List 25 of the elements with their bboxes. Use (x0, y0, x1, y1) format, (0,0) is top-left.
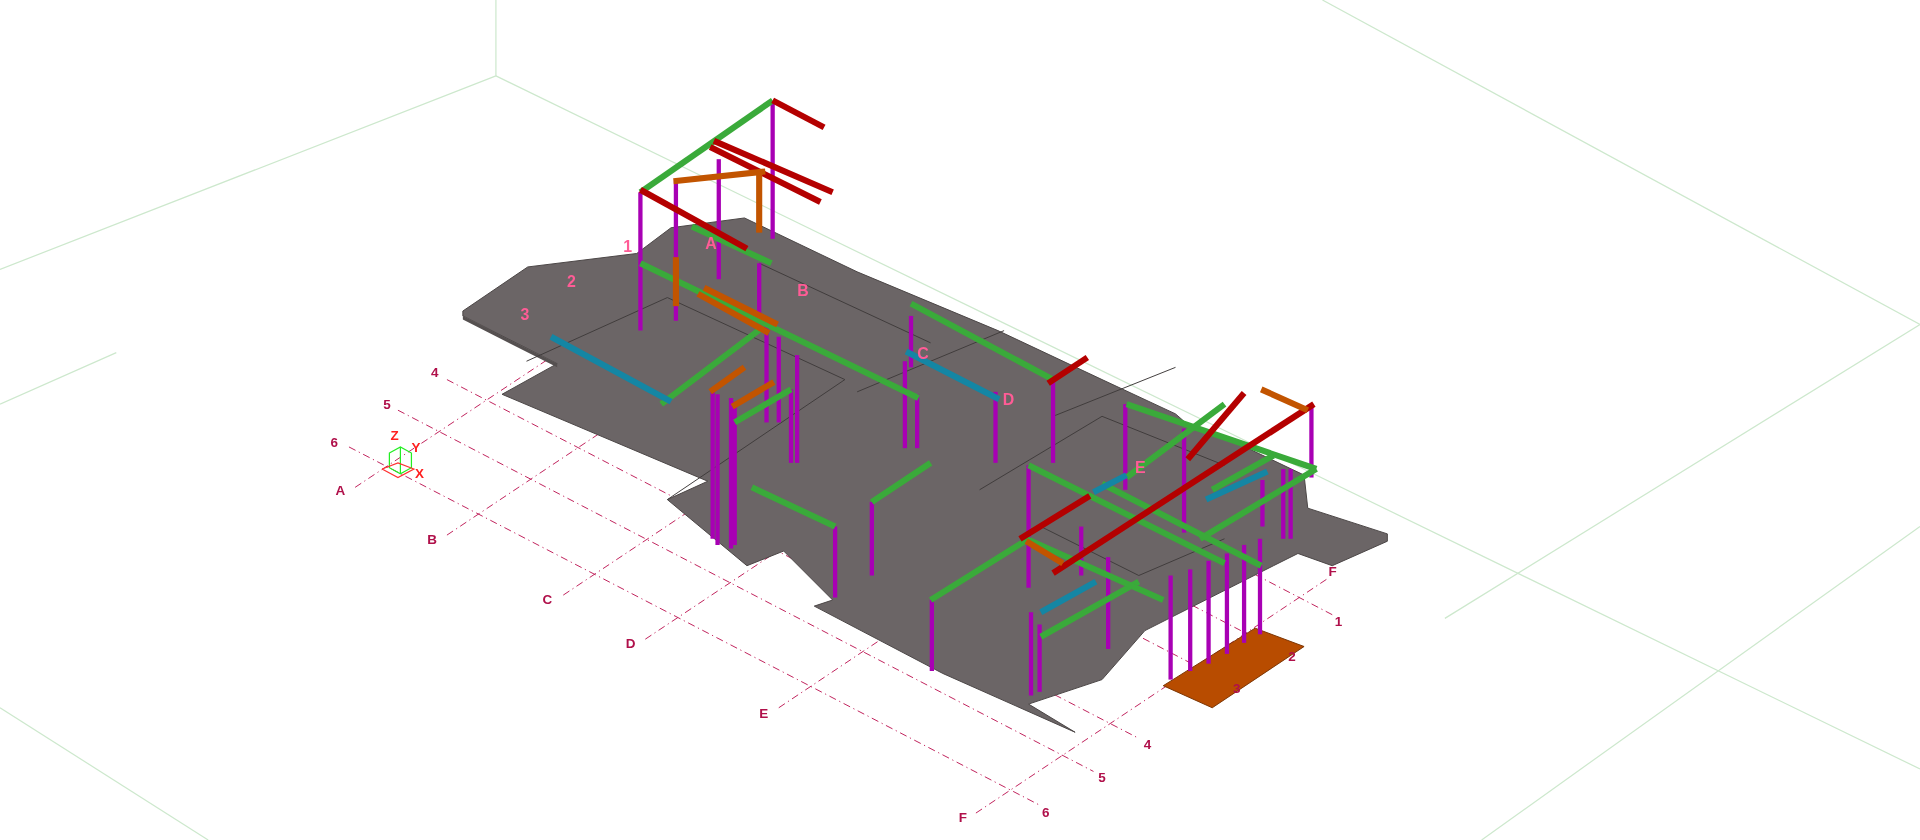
grid-label: F (958, 809, 967, 825)
grid-label: B (797, 282, 809, 300)
grid-label: 2 (566, 272, 576, 290)
grid-label: 3 (1233, 681, 1241, 697)
axis-label: X (415, 465, 425, 481)
axis-label: Z (390, 427, 399, 443)
grid-label: 4 (431, 365, 439, 381)
grid-label: 4 (1143, 737, 1152, 753)
grid-label: 5 (1098, 770, 1106, 786)
grid-label: B (427, 531, 438, 547)
grid-label: 1 (1334, 613, 1343, 629)
grid-label: A (335, 482, 346, 498)
axis-label: Y (411, 439, 421, 455)
grid-label: E (1135, 458, 1146, 476)
grid-label: 6 (330, 434, 339, 450)
grid-label: 3 (520, 305, 530, 323)
grid-label: 1 (623, 238, 633, 256)
grid-label: F (1328, 563, 1337, 579)
grid-label: D (1002, 391, 1015, 409)
grid-label: D (625, 635, 636, 651)
grid-label: A (705, 234, 717, 252)
grid-label: 5 (383, 397, 391, 412)
grid-label: 6 (1042, 804, 1050, 820)
grid-label: E (759, 705, 769, 721)
grid-label: C (542, 591, 553, 607)
